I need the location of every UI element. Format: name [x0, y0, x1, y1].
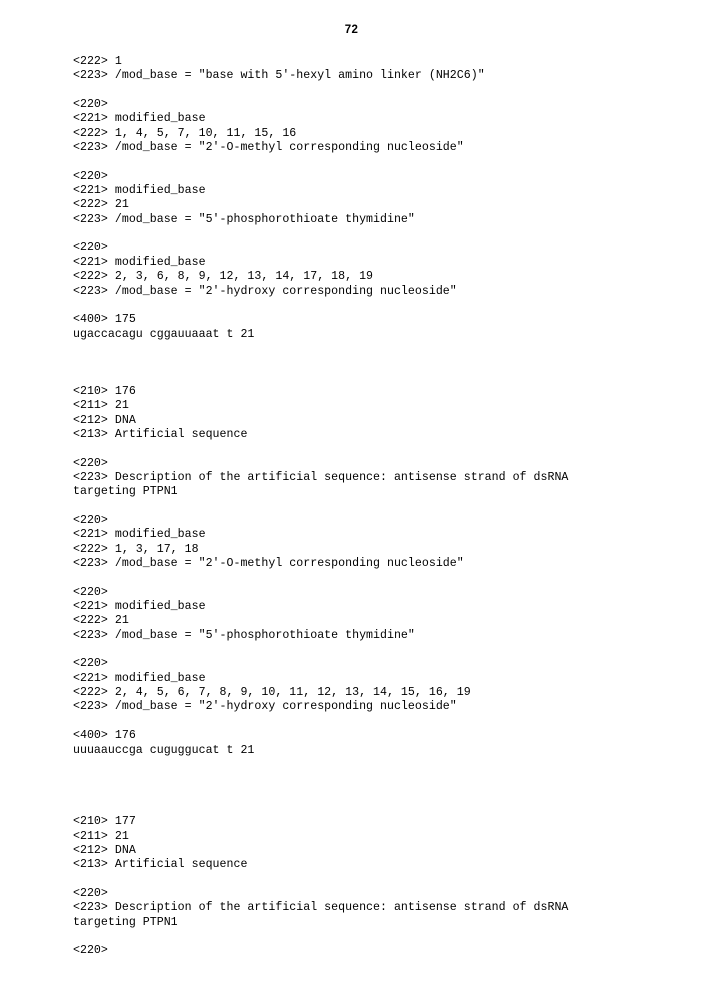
listing-line: <220> — [73, 585, 108, 599]
listing-line: <220> — [73, 456, 108, 470]
listing-line: <222> 21 — [73, 614, 129, 628]
listing-line: <212> DNA — [73, 413, 136, 427]
listing-line: <223> /mod_base = "2'-hydroxy correspond… — [73, 700, 457, 714]
listing-line: <213> Artificial sequence — [73, 858, 248, 872]
listing-line: <220> — [73, 514, 108, 527]
listing-line: <222> 1, 4, 5, 7, 10, 11, 15, 16 — [73, 126, 297, 140]
listing-line: <222> 2, 3, 6, 8, 9, 12, 13, 14, 17, 18,… — [73, 270, 374, 284]
listing-line: <220> — [73, 241, 108, 255]
listing-line: <222> 1, 3, 17, 18 — [73, 542, 199, 556]
listing-line: <211> 21 — [73, 399, 129, 413]
listing-line: <220> — [73, 944, 108, 958]
listing-line: targeting PTPN1 — [73, 915, 178, 929]
listing-line: <220> — [73, 169, 108, 183]
listing-line: <223> /mod_base = "5'-phosphorothioate t… — [73, 212, 415, 226]
listing-line: <222> 21 — [73, 198, 129, 212]
page-number: 72 — [344, 24, 359, 36]
listing-line: <211> 21 — [73, 829, 129, 843]
listing-line: <223> /mod_base = "5'-phosphorothioate t… — [73, 628, 415, 642]
listing-line: <220> — [73, 657, 108, 671]
listing-line: uuuaauccga cuguggucat t 21 — [73, 743, 255, 757]
listing-line: <222> 2, 4, 5, 6, 7, 8, 9, 10, 11, 12, 1… — [73, 686, 471, 700]
listing-line: <213> Artificial sequence — [73, 427, 248, 441]
listing-line: <223> Description of the artificial sequ… — [73, 470, 569, 484]
listing-line: <221> modified_base — [73, 255, 206, 269]
listing-line: <223> /mod_base = "2'-O-methyl correspon… — [73, 557, 464, 571]
sequence-listing-body: <222> 1 <223> /mod_base = "base with 5'-h… — [73, 55, 673, 959]
listing-line: <400> 175 — [73, 313, 136, 327]
listing-line: <221> modified_base — [73, 600, 206, 614]
listing-line: <223> /mod_base = "2'-hydroxy correspond… — [73, 284, 457, 298]
listing-line: <220> — [73, 98, 108, 112]
listing-line: <223> /mod_base = "2'-O-methyl correspon… — [73, 141, 464, 155]
listing-line: <221> modified_base — [73, 184, 206, 198]
listing-line: <222> 1 — [73, 55, 122, 68]
listing-line: <210> 177 — [73, 815, 136, 829]
listing-line: <220> — [73, 886, 108, 900]
listing-line: <400> 176 — [73, 729, 136, 743]
listing-line: <223> /mod_base = "base with 5'-hexyl am… — [73, 69, 485, 83]
document-page: 72 <222> 1 <223> /mod_base = "base with 5… — [0, 0, 703, 999]
listing-line: <212> DNA — [73, 843, 136, 857]
listing-line: <221> modified_base — [73, 112, 206, 126]
listing-line: <221> modified_base — [73, 528, 206, 542]
listing-line: targeting PTPN1 — [73, 485, 178, 499]
listing-line: <210> 176 — [73, 384, 136, 398]
listing-line: ugaccacagu cggauuaaat t 21 — [73, 327, 255, 341]
listing-line: <223> Description of the artificial sequ… — [73, 901, 569, 915]
listing-line: <221> modified_base — [73, 671, 206, 685]
